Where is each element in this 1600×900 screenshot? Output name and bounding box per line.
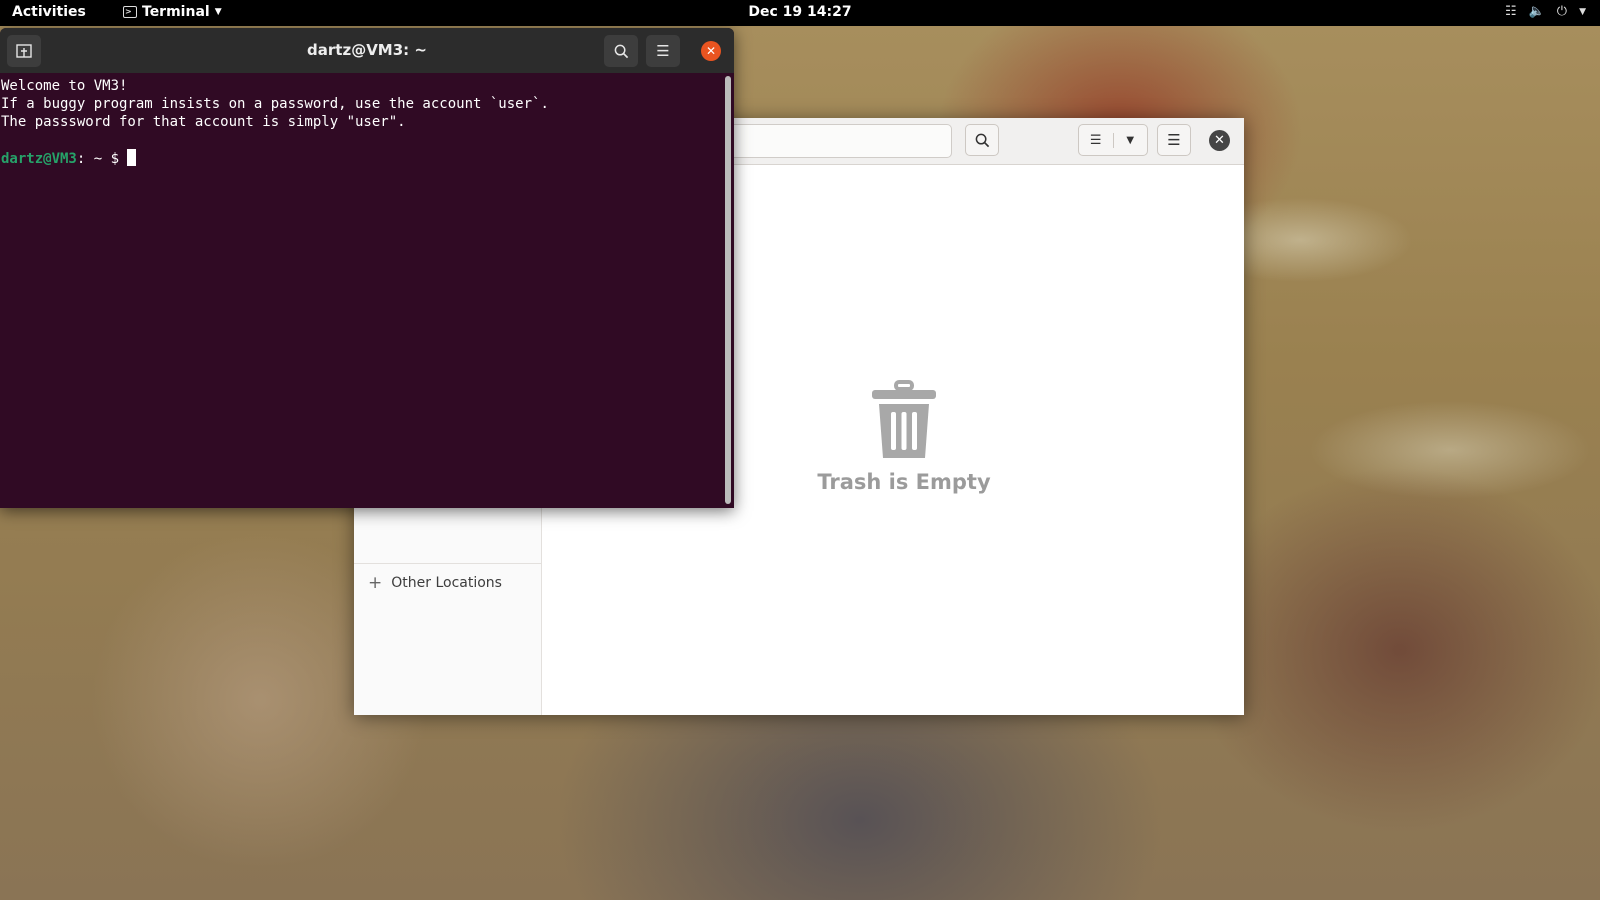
search-button[interactable] xyxy=(965,124,999,156)
close-icon: ✕ xyxy=(705,44,717,58)
menu-button[interactable]: ☰ xyxy=(646,35,680,67)
trash-icon xyxy=(872,380,936,458)
list-view-icon: ☰ xyxy=(1079,132,1114,148)
power-icon: ⏻ xyxy=(1556,4,1568,19)
prompt-line: dartz@VM3: ~ $ xyxy=(1,149,721,168)
search-icon xyxy=(975,133,989,147)
new-tab-button[interactable] xyxy=(7,35,41,67)
empty-trash-placeholder: Trash is Empty xyxy=(794,380,1014,494)
search-icon xyxy=(614,44,628,58)
new-tab-icon xyxy=(16,44,32,58)
terminal-headerbar: dartz@VM3: ~ ☰ ✕ xyxy=(0,28,734,73)
network-icon: ☷ xyxy=(1504,4,1517,19)
chevron-down-icon: ▼ xyxy=(214,7,222,17)
sidebar-item-label: Other Locations xyxy=(391,575,502,591)
terminal-window: dartz@VM3: ~ ☰ ✕ Welcome to VM3! If a bug… xyxy=(0,28,734,508)
scrollbar[interactable] xyxy=(725,76,731,504)
close-button[interactable]: ✕ xyxy=(701,41,721,61)
app-menu-label: Terminal xyxy=(142,4,210,20)
path-bar[interactable] xyxy=(728,124,952,158)
hamburger-menu-icon: ☰ xyxy=(1167,131,1181,149)
output-line: If a buggy program insists on a password… xyxy=(1,96,549,112)
plus-icon: + xyxy=(368,573,383,593)
terminal-icon: > xyxy=(123,6,137,18)
terminal-output[interactable]: Welcome to VM3! If a buggy program insist… xyxy=(1,77,721,507)
menu-button[interactable]: ☰ xyxy=(1157,124,1191,156)
empty-label: Trash is Empty xyxy=(817,470,991,494)
prompt-user: dartz@VM3 xyxy=(1,151,77,167)
hamburger-menu-icon: ☰ xyxy=(656,42,670,60)
close-icon: ✕ xyxy=(1214,133,1225,148)
close-button[interactable]: ✕ xyxy=(1209,130,1230,151)
search-button[interactable] xyxy=(604,35,638,67)
clock[interactable]: Dec 19 14:27 xyxy=(748,4,851,20)
text-cursor xyxy=(127,149,137,166)
chevron-down-icon: ▼ xyxy=(1126,134,1135,146)
prompt-path: : ~ $ xyxy=(76,151,128,167)
chevron-down-icon: ▼ xyxy=(1579,6,1586,17)
system-tray[interactable]: ☷ 🔈 ⏻ ▼ xyxy=(1505,4,1586,19)
top-bar: Activities > Terminal ▼ Dec 19 14:27 ☷ 🔈… xyxy=(0,0,1600,26)
view-toggle[interactable]: ☰ ▼ xyxy=(1078,124,1148,156)
sidebar-item-other-locations[interactable]: + Other Locations xyxy=(368,573,502,593)
sidebar-divider xyxy=(354,563,541,564)
output-line: The passsword for that account is simply… xyxy=(1,114,406,130)
output-line: Welcome to VM3! xyxy=(1,78,128,94)
volume-icon: 🔈 xyxy=(1528,4,1545,19)
app-menu[interactable]: > Terminal ▼ xyxy=(123,4,222,20)
activities-button[interactable]: Activities xyxy=(12,4,86,20)
